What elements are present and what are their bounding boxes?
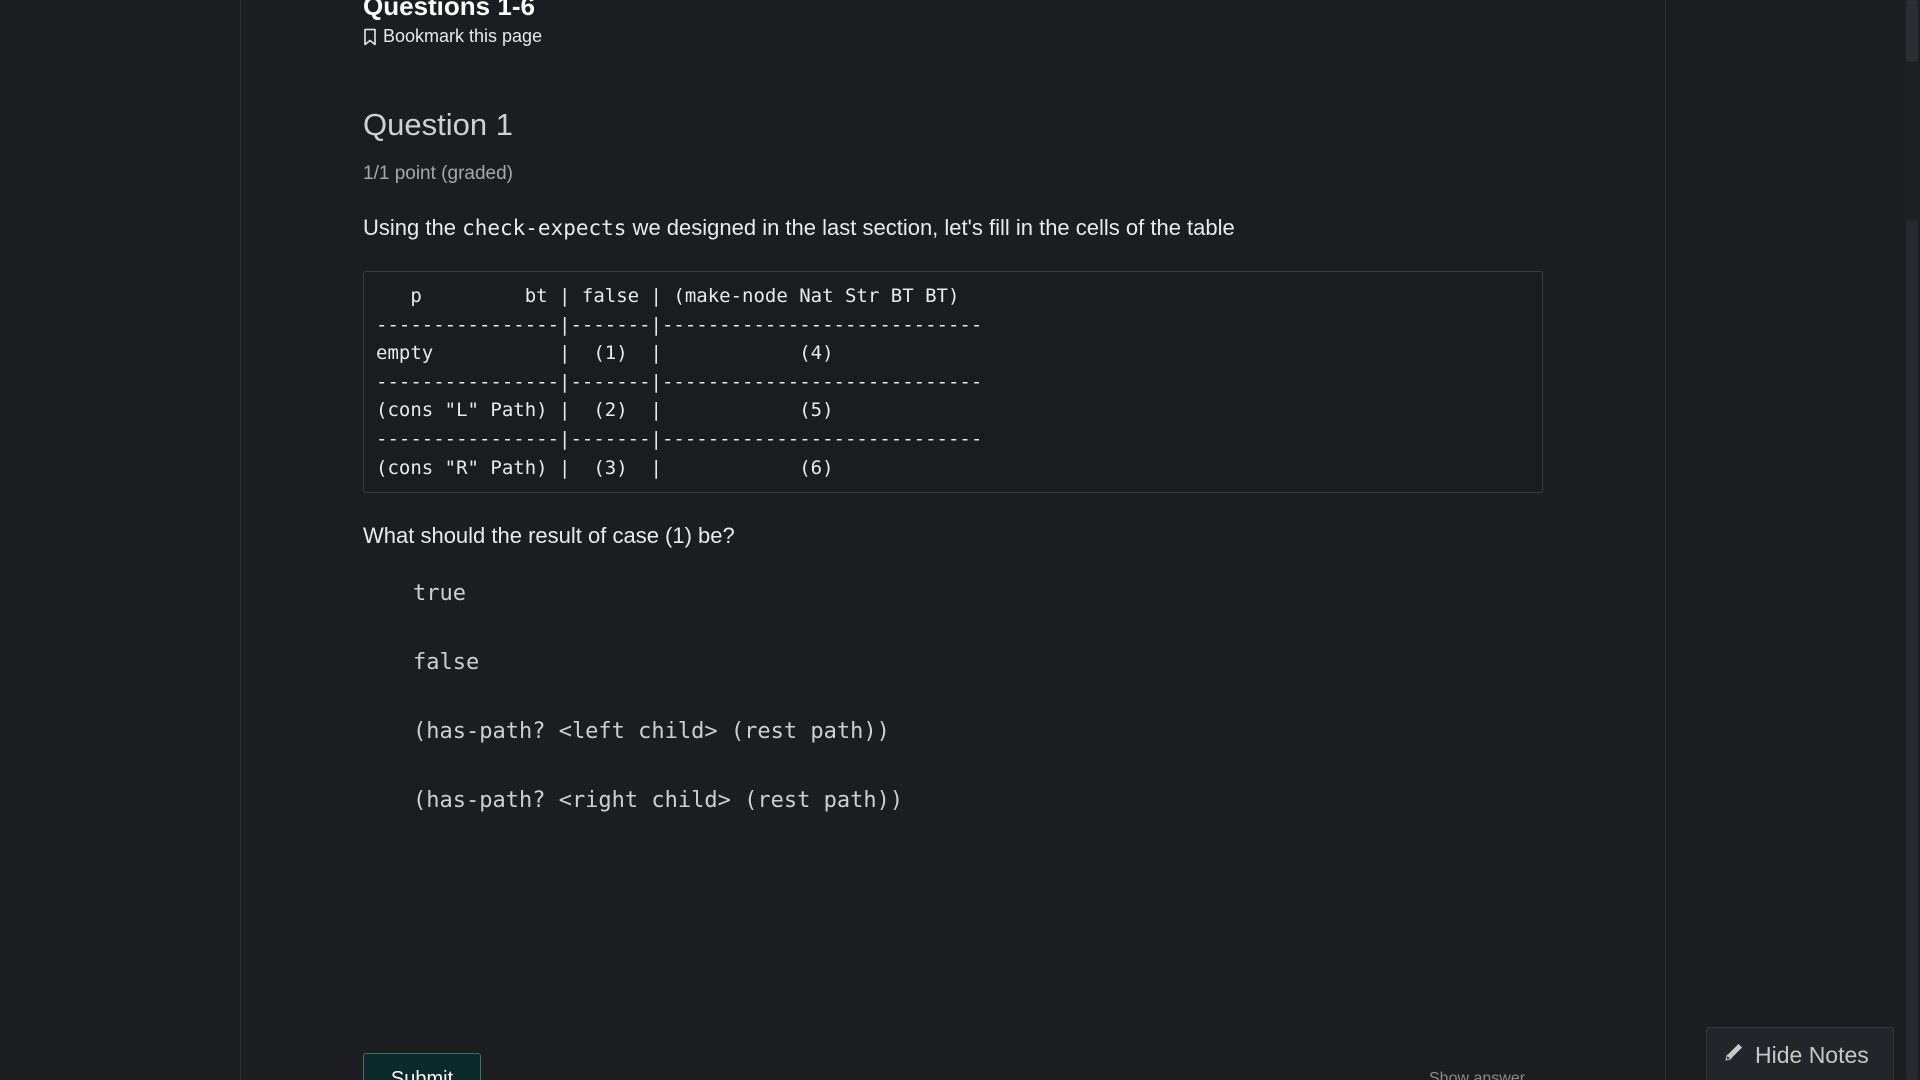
bookmark-icon: [363, 28, 377, 46]
hide-notes-label: Hide Notes: [1755, 1041, 1869, 1068]
choice-left-child[interactable]: (has-path? <left child> (rest path)): [413, 717, 890, 786]
unit-body: Questions 1-6 Bookmark this page Questio…: [363, 0, 1543, 855]
scrollbar-track-top: [1906, 0, 1918, 62]
question-points: 1/1 point (graded): [363, 163, 513, 184]
case-table: p bt | false | (make-node Nat Str BT BT)…: [363, 271, 1543, 494]
table-line: (cons "R" Path) | (3) | (6): [376, 456, 834, 479]
prompt-text-start: Using the: [363, 215, 463, 240]
choice-right-child[interactable]: (has-path? <right child> (rest path)): [413, 786, 903, 855]
answer-choices: true false (has-path? <left child> (rest…: [363, 579, 1543, 855]
prompt-code: check-expects: [462, 216, 627, 240]
choice-true[interactable]: true: [413, 579, 466, 648]
page: Questions 1-6 Bookmark this page Questio…: [0, 0, 1920, 1080]
scrollbar[interactable]: [1904, 0, 1920, 1080]
bookmark-label: Bookmark this page: [383, 26, 543, 46]
table-line: p bt | false | (make-node Nat Str BT BT): [376, 285, 960, 307]
question-title: Question 1: [363, 107, 513, 142]
pencil-icon: [1723, 1041, 1745, 1069]
unit-title: Questions 1-6: [363, 0, 535, 21]
choice-false[interactable]: false: [413, 648, 479, 717]
submit-button[interactable]: Submit: [363, 1053, 481, 1080]
scrollbar-thumb[interactable]: [1906, 220, 1918, 1080]
table-line: ----------------|-------|---------------…: [376, 313, 983, 336]
table-line: (cons "L" Path) | (2) | (5): [376, 399, 834, 422]
prompt-text-end: we designed in the last section, let's f…: [626, 215, 1235, 240]
table-line: ----------------|-------|---------------…: [376, 427, 983, 450]
table-line: ----------------|-------|---------------…: [376, 370, 983, 393]
question-ask: What should the result of case (1) be?: [363, 523, 735, 549]
bookmark-button[interactable]: Bookmark this page: [363, 26, 542, 47]
course-content: Questions 1-6 Bookmark this page Questio…: [240, 0, 1666, 1080]
hide-notes-button[interactable]: Hide Notes: [1706, 1027, 1894, 1080]
question-prompt: Using the check-expects we designed in t…: [363, 213, 1543, 243]
table-line: empty | (1) | (4): [376, 342, 834, 365]
show-answer-button[interactable]: Show answer: [1429, 1070, 1525, 1080]
